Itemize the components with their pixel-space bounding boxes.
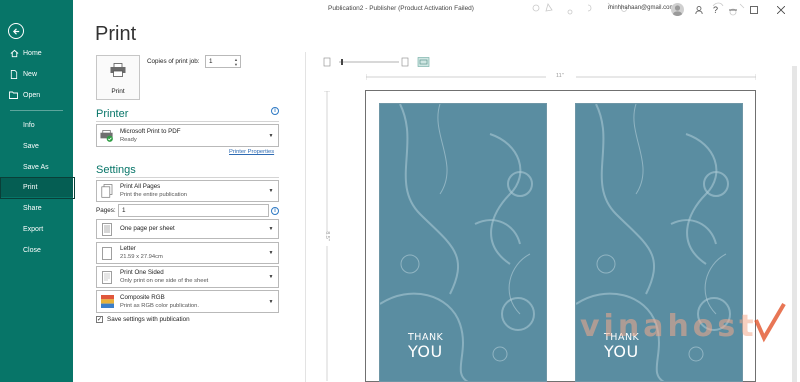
thank-you-card: THANK YOU — [575, 103, 743, 382]
close-icon[interactable] — [775, 4, 786, 15]
info-icon[interactable]: i — [271, 207, 279, 215]
settings-heading: Settings — [96, 164, 136, 176]
nav-save-as[interactable]: Save As — [0, 157, 73, 177]
avatar[interactable] — [671, 3, 684, 16]
nav-info[interactable]: Info — [0, 115, 73, 135]
card-you-text: YOU — [408, 342, 443, 361]
nav-label: Share — [23, 204, 42, 212]
pages-value: 1 — [122, 207, 126, 214]
ruler-height-label: 8.5" — [323, 231, 330, 241]
info-icon[interactable]: i — [271, 107, 279, 115]
back-arrow-icon[interactable] — [8, 23, 24, 39]
dropdown-arrow-icon: ▼ — [268, 250, 274, 256]
nav-share[interactable]: Share — [0, 198, 73, 218]
copies-input[interactable]: 1 ▲ ▼ — [205, 55, 241, 68]
page-layout-icon — [100, 222, 114, 237]
chevron-down-icon[interactable]: ▼ — [234, 62, 238, 67]
save-settings-label: Save settings with publication — [107, 316, 190, 323]
people-icon[interactable] — [694, 4, 705, 15]
nav-label: Print — [23, 183, 38, 191]
save-settings-checkbox[interactable]: ✓ Save settings with publication — [96, 316, 190, 323]
printer-heading: Printer — [96, 108, 129, 120]
preview-scrollbar[interactable] — [790, 52, 798, 382]
print-range-title: Print All Pages — [120, 183, 161, 190]
new-document-icon — [9, 69, 19, 79]
maximize-icon[interactable] — [748, 4, 759, 15]
print-button-label: Print — [111, 88, 125, 95]
nav-label: Open — [23, 91, 41, 99]
folder-open-icon — [9, 91, 19, 99]
dropdown-arrow-icon: ▼ — [268, 226, 274, 232]
zoom-controls[interactable] — [321, 57, 431, 67]
help-icon[interactable]: ? — [710, 4, 721, 15]
nav-label: Home — [23, 49, 42, 57]
print-button[interactable]: Print — [96, 55, 140, 100]
nav-home[interactable]: Home — [0, 43, 73, 63]
paper-size-dropdown[interactable]: Letter 21.59 x 27.94cm ▼ — [96, 242, 279, 264]
color-dropdown[interactable]: Composite RGB Print as RGB color publica… — [96, 290, 279, 313]
paper-title: Letter — [120, 245, 136, 252]
copies-stepper[interactable]: ▲ ▼ — [232, 56, 240, 67]
dropdown-arrow-icon: ▼ — [268, 298, 274, 305]
nav-label: Save — [23, 142, 39, 150]
sides-dropdown[interactable]: Print One Sided Only print on one side o… — [96, 266, 279, 288]
layout-title: One page per sheet — [120, 225, 175, 232]
nav-label: Close — [23, 246, 41, 254]
ruler-width-label: 11" — [556, 73, 564, 79]
nav-close[interactable]: Close — [0, 240, 73, 260]
dropdown-arrow-icon: ▼ — [268, 188, 274, 194]
dropdown-arrow-icon: ▼ — [268, 132, 274, 139]
nav-new[interactable]: New — [0, 64, 73, 84]
paper-icon — [100, 246, 114, 261]
copies-value: 1 — [209, 58, 213, 65]
nav-label: Info — [23, 121, 35, 129]
printer-ready-icon — [100, 128, 114, 143]
minimize-icon[interactable] — [727, 4, 738, 15]
nav-open[interactable]: Open — [0, 85, 73, 105]
swirl-pattern — [380, 104, 535, 381]
preview-divider — [305, 52, 306, 382]
color-title: Composite RGB — [120, 293, 165, 301]
printer-icon — [110, 63, 126, 82]
account-email: minhhahaan@gmail.com — [608, 5, 675, 11]
nav-export[interactable]: Export — [0, 219, 73, 239]
nav-label: Export — [23, 225, 44, 233]
nav-print[interactable]: Print — [0, 177, 75, 199]
pages-icon — [100, 184, 114, 199]
color-mode-icon — [100, 294, 114, 309]
window-title: Publication2 - Publisher (Product Activa… — [328, 5, 474, 12]
printer-properties-link[interactable]: Printer Properties — [229, 149, 274, 155]
swirl-pattern — [576, 104, 731, 381]
sides-subtitle: Only print on one side of the sheet — [120, 278, 209, 284]
printer-status: Ready — [120, 136, 137, 143]
pages-input[interactable]: 1 — [118, 204, 269, 217]
nav-label: Save As — [23, 163, 49, 171]
one-sided-icon — [100, 270, 114, 285]
paper-subtitle: 21.59 x 27.94cm — [120, 254, 163, 260]
checkmark-icon[interactable]: ✓ — [96, 316, 103, 323]
page-title: Print — [95, 23, 137, 45]
nav-divider — [10, 110, 63, 111]
print-range-dropdown[interactable]: Print All Pages Print the entire publica… — [96, 180, 279, 202]
print-range-subtitle: Print the entire publication — [120, 192, 188, 198]
nav-save[interactable]: Save — [0, 136, 73, 156]
printer-dropdown[interactable]: Microsoft Print to PDF Ready ▼ — [96, 124, 279, 147]
layout-dropdown[interactable]: One page per sheet ▼ — [96, 219, 279, 239]
color-subtitle: Print as RGB color publication. — [120, 302, 199, 309]
copies-label: Copies of print job: — [147, 58, 200, 65]
card-you-text: YOU — [604, 342, 639, 361]
nav-label: New — [23, 70, 38, 78]
title-bar: Publication2 - Publisher (Product Activa… — [73, 0, 800, 20]
pages-label: Pages: — [96, 207, 116, 214]
section-divider — [96, 177, 279, 178]
scrollbar-thumb[interactable] — [792, 66, 797, 382]
printer-name: Microsoft Print to PDF — [120, 127, 181, 135]
home-icon — [9, 49, 19, 58]
sides-title: Print One Sided — [120, 269, 164, 276]
section-divider — [96, 121, 279, 122]
dropdown-arrow-icon: ▼ — [268, 274, 274, 280]
thank-you-card: THANK YOU — [379, 103, 547, 382]
backstage-sidebar: Home New Open Info Save Save As Print Sh… — [0, 0, 75, 382]
